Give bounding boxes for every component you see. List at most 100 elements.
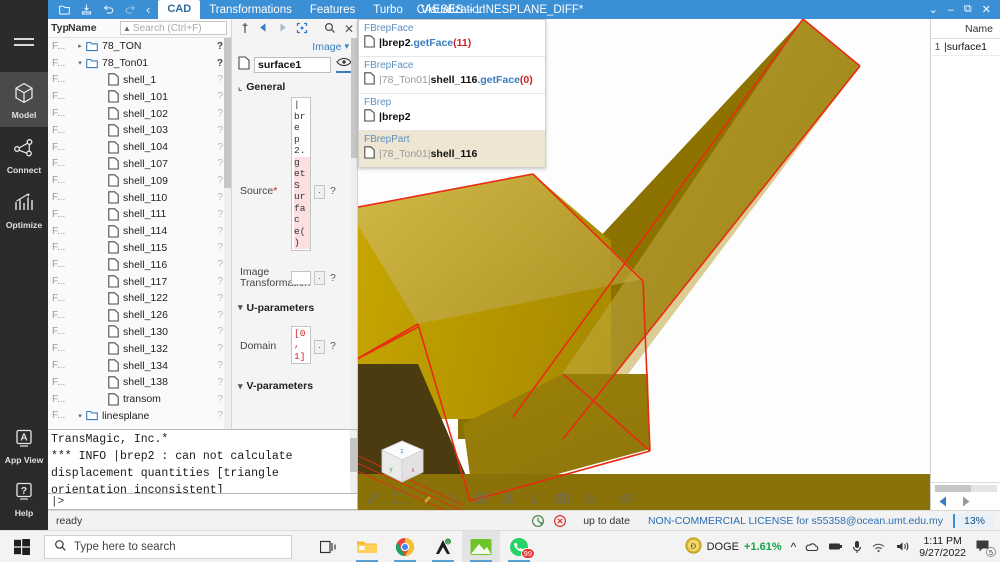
tree-scrollbar[interactable] [224,38,231,429]
task-view-icon[interactable] [310,531,348,562]
rail-item-connect[interactable]: Connect [0,127,48,182]
section-u-parameters[interactable]: ▾ U-parameters [232,298,357,318]
autocomplete-popup[interactable]: FBrepFace |brep2.getFace(11) FBrepFace |78_… [358,19,546,168]
doge-widget[interactable]: Ð DOGE +1.61% [685,536,782,557]
back-chevron-icon[interactable]: ‹ [146,3,150,16]
usb-icon[interactable] [828,541,843,552]
undo-icon[interactable] [102,3,115,16]
tree-row[interactable]: F... transom? [48,391,231,408]
menu-transformations[interactable]: Transformations [200,0,301,19]
tree-row[interactable]: F... shell_116? [48,256,231,273]
rail-item-optimize[interactable]: Optimize [0,182,48,237]
field-domain-input[interactable]: [0, 1] [291,325,311,364]
window-collapse-button[interactable]: ⌄ [929,3,938,16]
tree-expand-arrow-icon[interactable]: ▸ [74,42,86,50]
rail-item-model[interactable]: Model [0,72,48,127]
autocomplete-item[interactable]: FBrepFace |78_Ton01|shell_116.getFace(0) [359,57,545,94]
window-maximize-button[interactable]: ⧉ [964,3,972,16]
tree-row[interactable]: F... shell_114? [48,223,231,240]
wifi-icon[interactable] [871,541,886,553]
tree-row[interactable]: F... shell_103? [48,122,231,139]
menu-visualization[interactable]: Visualization [412,0,494,19]
highlight-icon[interactable] [420,491,434,505]
green-mountain-icon[interactable] [462,530,500,562]
autocomplete-item[interactable]: FBrep |brep2 [359,94,545,131]
tree-row[interactable]: F... shell_102? [48,105,231,122]
file-explorer-icon[interactable] [348,531,386,562]
field-domain-help-icon[interactable]: ? [328,340,336,352]
chrome-icon[interactable] [386,531,424,562]
section-general[interactable]: ⌞ General [232,77,357,97]
next-page-arrow-icon[interactable] [959,495,972,511]
tree-row[interactable]: F... shell_115? [48,240,231,257]
back-arrow-icon[interactable] [258,22,269,36]
measure-icon[interactable] [528,491,542,505]
volume-icon[interactable] [895,540,910,553]
tree-search-input[interactable]: ▲ Search (Ctrl+F) [120,21,227,35]
tree-expand-arrow-icon[interactable]: ▾ [74,59,86,67]
rail-item-app-view[interactable]: A App View [0,419,48,472]
results-row[interactable]: 1 |surface1 [931,39,1000,56]
section-v-parameters[interactable]: ▾ V-parameters [232,376,357,396]
rail-item-help[interactable]: ? Help [0,472,48,530]
tree-row[interactable]: F... ▾ linesplane? [48,408,231,425]
fit-icon[interactable] [393,491,407,505]
autocomplete-item[interactable]: FBrepFace |brep2.getFace(11) [359,20,545,57]
field-image-transformation-help-icon[interactable]: ? [328,272,336,284]
pin-icon[interactable] [240,22,250,37]
taskbar-clock[interactable]: 1:11 PM 9/27/2022 [919,535,966,559]
error-icon[interactable] [553,514,567,528]
tree-row[interactable]: F... shell_130? [48,324,231,341]
tree-row[interactable]: F... shell_117? [48,273,231,290]
results-scrollbar-thumb[interactable] [935,485,971,492]
properties-scrollbar-thumb[interactable] [351,38,357,158]
console-scrollbar[interactable] [350,430,357,494]
tree-row[interactable]: F... shell_134? [48,357,231,374]
tree-scrollbar-thumb[interactable] [224,38,231,188]
tree-row[interactable]: F... shell_101? [48,88,231,105]
zoom-level[interactable]: 13% [952,513,994,528]
tab-cad[interactable]: CAD [158,0,201,19]
field-domain-picker-button[interactable]: · [314,339,325,354]
field-image-transformation-picker-button[interactable]: · [314,270,325,285]
expand-icon[interactable] [296,22,308,37]
properties-type-selector[interactable]: Image ▾ [232,39,357,54]
field-source-input[interactable]: | br e p 2. g et Sur fa c e() [291,97,311,251]
tree-expand-arrow-icon[interactable]: ▾ [74,412,86,420]
history-icon[interactable] [531,514,545,528]
tree-row[interactable]: F... ▸ 78_TON? [48,38,231,55]
grid-icon[interactable] [583,491,597,505]
open-icon[interactable] [58,3,71,16]
field-image-transformation-input[interactable] [291,270,311,285]
cursor-icon[interactable] [447,491,461,505]
menu-burger-icon[interactable] [14,34,34,50]
onedrive-icon[interactable] [805,540,819,554]
tree-row[interactable]: F... shell_107? [48,156,231,173]
search-icon[interactable] [324,22,336,37]
tree-row[interactable]: F... shell_126? [48,307,231,324]
save-icon[interactable] [80,3,93,16]
tray-chevron-up-icon[interactable]: ^ [791,540,797,554]
tree-row[interactable]: F... shell_132? [48,340,231,357]
tree-row[interactable]: F... shell_110? [48,189,231,206]
tree-row[interactable]: F... shell_109? [48,172,231,189]
tree-row[interactable]: F... shell_1? [48,72,231,89]
properties-name-input[interactable]: surface1 [254,56,331,73]
forward-arrow-icon[interactable] [277,22,288,36]
split-view-icon[interactable] [474,491,488,505]
console-scrollbar-thumb[interactable] [350,438,357,472]
microphone-icon[interactable] [852,540,862,554]
field-source-help-icon[interactable]: ? [328,185,336,197]
window-minimize-button[interactable]: – [948,4,954,16]
menu-features[interactable]: Features [301,0,364,19]
prev-page-arrow-icon[interactable] [937,495,950,511]
autocomplete-item[interactable]: FBrepPart |78_Ton01|shell_116 [359,131,545,167]
taskbar-search-input[interactable]: Type here to search [44,534,292,559]
eye-icon[interactable] [618,493,635,504]
whatsapp-icon[interactable]: 99 [500,531,538,562]
results-horizontal-scrollbar[interactable] [935,485,997,492]
console-input[interactable]: |> [48,493,358,510]
tree-row[interactable]: F... shell_122? [48,290,231,307]
tree-row[interactable]: F... shell_138? [48,374,231,391]
pencil-icon[interactable] [366,491,380,505]
